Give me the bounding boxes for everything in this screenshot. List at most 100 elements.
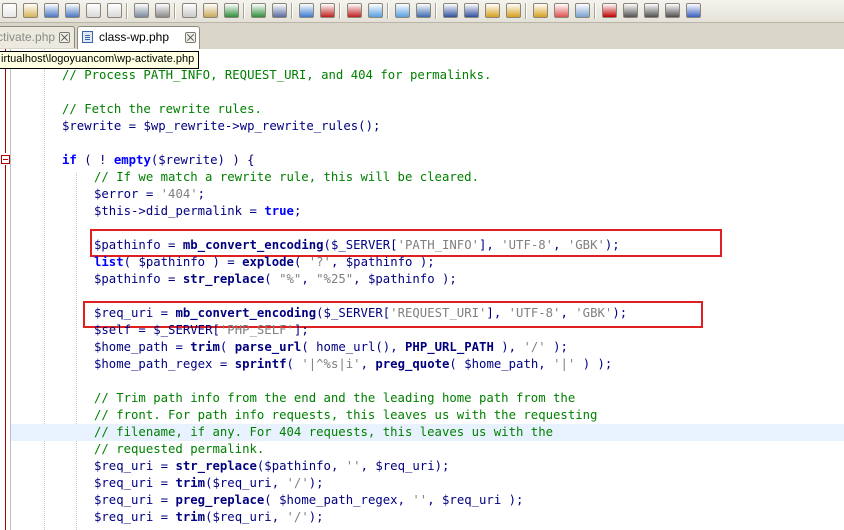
- user-lang-icon[interactable]: [485, 3, 500, 18]
- code-token: $req_uri: [94, 459, 154, 473]
- code-token: =: [153, 459, 176, 473]
- toolbar-separator: [525, 3, 527, 19]
- code-token: parse_url: [234, 340, 302, 354]
- code-token: =: [160, 272, 183, 286]
- code-token: $rewrite: [158, 153, 218, 167]
- show-all-chars-icon[interactable]: [443, 3, 458, 18]
- monitor-icon[interactable]: [575, 3, 590, 18]
- code-token: =: [121, 119, 144, 133]
- fold-line: [5, 165, 6, 530]
- code-line: $error = '404';: [12, 186, 205, 203]
- code-token: ) ) {: [217, 153, 255, 167]
- close-tab-icon[interactable]: [185, 32, 196, 43]
- code-line: if ( ! empty($rewrite) ) {: [12, 152, 255, 169]
- code-token: $req_uri: [212, 476, 272, 490]
- save-all-icon[interactable]: [65, 3, 80, 18]
- code-token: 'GBK': [567, 238, 605, 252]
- code-line: $req_uri = trim($req_uri, '/');: [12, 509, 324, 526]
- code-token: '|^%s|i': [301, 357, 361, 371]
- tab-bar: ctivate.php class-wp.php: [0, 23, 844, 50]
- replace-icon[interactable]: [299, 3, 314, 18]
- indent-guide-icon[interactable]: [464, 3, 479, 18]
- zoom-in-icon[interactable]: [320, 3, 335, 18]
- close-icon[interactable]: [86, 3, 101, 18]
- paste-icon[interactable]: [203, 3, 218, 18]
- code-token: '/': [286, 510, 309, 524]
- close-tab-icon[interactable]: [59, 32, 70, 43]
- code-token: trim: [175, 510, 206, 524]
- code-token: (: [286, 357, 302, 371]
- code-token: =: [160, 238, 183, 252]
- open-folder-icon[interactable]: [23, 3, 38, 18]
- find-icon[interactable]: [272, 3, 287, 18]
- tab-label: ctivate.php: [0, 30, 56, 44]
- code-token: wp_rewrite_rules: [239, 119, 359, 133]
- code-token: );: [434, 272, 457, 286]
- code-token: ,: [560, 306, 576, 320]
- code-token: $pathinfo: [94, 272, 161, 286]
- code-token: ,: [360, 459, 376, 473]
- code-token: // Trim path info from the end and the l…: [94, 391, 576, 405]
- save-icon[interactable]: [44, 3, 59, 18]
- run-macro-icon[interactable]: [665, 3, 680, 18]
- code-token: did_permalink: [145, 204, 243, 218]
- code-token: =: [153, 493, 176, 507]
- tab-wp-activate[interactable]: ctivate.php: [0, 26, 75, 48]
- doc-map-icon[interactable]: [554, 3, 569, 18]
- redo-icon[interactable]: [251, 3, 266, 18]
- code-token: '': [345, 459, 361, 473]
- code-token: ,: [330, 255, 346, 269]
- toolbar-separator: [174, 3, 176, 19]
- record-macro-icon[interactable]: [602, 3, 617, 18]
- code-token: preg_quote: [375, 357, 450, 371]
- code-token: (: [293, 255, 309, 269]
- code-token: empty: [113, 153, 151, 167]
- save-macro-icon[interactable]: [686, 3, 701, 18]
- undo-icon[interactable]: [224, 3, 239, 18]
- sync-horizontal-icon[interactable]: [395, 3, 410, 18]
- code-token: =: [138, 187, 161, 201]
- code-token: $home_path_regex: [279, 493, 398, 507]
- code-token: ,: [353, 272, 368, 286]
- code-token: (: [449, 357, 465, 371]
- code-token: $req_uri: [94, 510, 154, 524]
- fold-collapse-icon[interactable]: [1, 155, 10, 164]
- code-token: "%": [279, 272, 302, 286]
- sync-vertical-icon[interactable]: [368, 3, 383, 18]
- word-wrap-icon[interactable]: [416, 3, 431, 18]
- cut-icon[interactable]: [155, 3, 170, 18]
- code-token: trim: [175, 476, 206, 490]
- close-all-icon[interactable]: [107, 3, 122, 18]
- code-token: // front. For path info requests, this l…: [94, 408, 598, 422]
- code-token: PHP_URL_PATH: [405, 340, 494, 354]
- toolbar-separator: [339, 3, 341, 19]
- play-macro-icon[interactable]: [644, 3, 659, 18]
- code-token: '/': [286, 476, 309, 490]
- code-token: $self: [94, 323, 132, 337]
- code-token: );: [612, 306, 628, 320]
- print-icon[interactable]: [134, 3, 149, 18]
- code-line: // If we match a rewrite rule, this will…: [12, 169, 479, 186]
- code-token: $pathinfo: [367, 272, 435, 286]
- code-line: $req_uri = mb_convert_encoding($_SERVER[…: [12, 305, 627, 322]
- code-line: $pathinfo = mb_convert_encoding($_SERVER…: [12, 237, 620, 254]
- code-token: $_SERVER: [323, 306, 383, 320]
- folder-as-workspace-icon[interactable]: [506, 3, 521, 18]
- tab-class-wp[interactable]: class-wp.php: [77, 26, 200, 49]
- stop-record-icon[interactable]: [623, 3, 638, 18]
- new-file-icon[interactable]: [2, 3, 17, 18]
- code-token: (: [323, 238, 331, 252]
- code-token: );: [434, 459, 450, 473]
- code-line: // Fetch the rewrite rules.: [12, 101, 262, 118]
- code-token: $req_uri: [212, 510, 272, 524]
- copy-icon[interactable]: [182, 3, 197, 18]
- code-editor[interactable]: // Process PATH_INFO, REQUEST_URI, and 4…: [0, 49, 844, 530]
- function-list-icon[interactable]: [533, 3, 548, 18]
- code-token: ,: [553, 238, 568, 252]
- zoom-out-icon[interactable]: [347, 3, 362, 18]
- code-token: ),: [493, 340, 524, 354]
- tab-path-tooltip: irtualhost\logoyuancom\wp-activate.php: [0, 51, 200, 69]
- code-token: ,: [271, 476, 287, 490]
